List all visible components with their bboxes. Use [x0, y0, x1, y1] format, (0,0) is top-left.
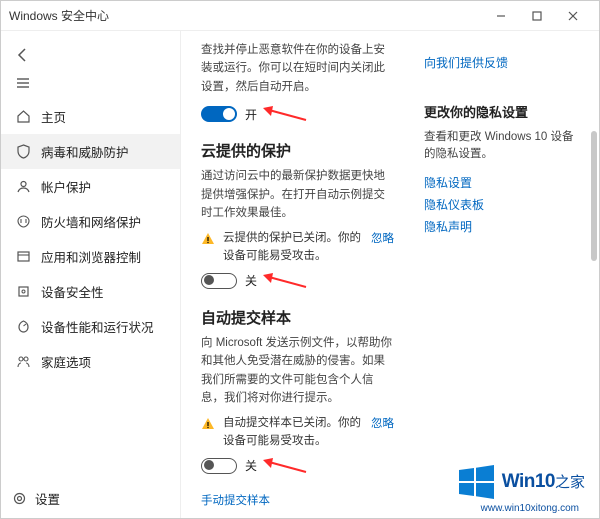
warning-icon: [201, 232, 215, 249]
sidebar-item-label: 主页: [41, 107, 66, 126]
minimize-button[interactable]: [483, 2, 519, 30]
sidebar-item-label: 帐户保护: [41, 177, 91, 196]
home-icon: [15, 109, 31, 125]
sidebar-item-virus[interactable]: 病毒和威胁防护: [1, 134, 180, 169]
sidebar-item-label: 设备安全性: [41, 282, 104, 301]
main-content: 查找并停止恶意软件在你的设备上安装或运行。你可以在短时间内关闭此设置，然后自动开…: [181, 31, 599, 518]
menu-button[interactable]: [11, 71, 35, 95]
sidebar-item-home[interactable]: 主页: [1, 99, 180, 134]
sample-desc: 向 Microsoft 发送示例文件，以帮助你和其他人免受潜在威胁的侵害。如果我…: [201, 334, 394, 408]
window-title: Windows 安全中心: [9, 7, 483, 24]
privacy-settings-link[interactable]: 隐私设置: [424, 174, 579, 191]
sidebar-item-label: 家庭选项: [41, 352, 91, 371]
privacy-side-title: 更改你的隐私设置: [424, 102, 579, 121]
app-browser-icon: [15, 249, 31, 265]
cloud-toggle[interactable]: [201, 273, 237, 289]
account-icon: [15, 179, 31, 195]
warning-icon: [201, 417, 215, 434]
family-icon: [15, 354, 31, 370]
sample-dismiss-link[interactable]: 忽略: [371, 415, 394, 431]
annotation-arrow-icon: [261, 456, 307, 476]
sidebar-item-label: 防火墙和网络保护: [41, 212, 141, 231]
realtime-desc: 查找并停止恶意软件在你的设备上安装或运行。你可以在短时间内关闭此设置，然后自动开…: [201, 41, 394, 96]
sidebar-item-firewall[interactable]: 防火墙和网络保护: [1, 204, 180, 239]
manual-submit-link[interactable]: 手动提交样本: [201, 492, 394, 508]
sample-toggle[interactable]: [201, 458, 237, 474]
sidebar-settings[interactable]: 设置: [11, 489, 60, 508]
close-button[interactable]: [555, 2, 591, 30]
cloud-desc: 通过访问云中的最新保护数据更快地提供增强保护。在打开自动示例提交时工作效果最佳。: [201, 167, 394, 222]
sidebar-item-label: 应用和浏览器控制: [41, 247, 141, 266]
settings-label: 设置: [35, 489, 60, 508]
toggle-on-label: 开: [245, 106, 257, 123]
annotation-arrow-icon: [261, 271, 307, 291]
watermark-brand-b: 之家: [555, 474, 585, 491]
sidebar-item-device-security[interactable]: 设备安全性: [1, 274, 180, 309]
shield-icon: [15, 144, 31, 160]
scrollbar-thumb[interactable]: [591, 131, 597, 261]
cloud-title: 云提供的保护: [201, 140, 394, 161]
feedback-link[interactable]: 向我们提供反馈: [424, 54, 579, 71]
watermark-url: www.win10xitong.com: [481, 503, 579, 514]
sidebar-item-app-browser[interactable]: 应用和浏览器控制: [1, 239, 180, 274]
sidebar-item-account[interactable]: 帐户保护: [1, 169, 180, 204]
maximize-button[interactable]: [519, 2, 555, 30]
watermark: Win10之家: [456, 462, 585, 502]
sidebar: 主页 病毒和威胁防护 帐户保护 防火墙和网络保护 应用和浏览器控制 设备安全性: [1, 31, 181, 518]
realtime-toggle[interactable]: [201, 106, 237, 122]
firewall-icon: [15, 214, 31, 230]
sidebar-item-label: 病毒和威胁防护: [41, 142, 129, 161]
sample-warning-text: 自动提交样本已关闭。你的设备可能易受攻击。: [223, 415, 363, 450]
performance-icon: [15, 319, 31, 335]
sample-title: 自动提交样本: [201, 307, 394, 328]
watermark-brand-a: Win10: [502, 471, 555, 492]
sidebar-item-label: 设备性能和运行状况: [41, 317, 154, 336]
privacy-side-desc: 查看和更改 Windows 10 设备的隐私设置。: [424, 129, 579, 164]
windows-logo-icon: [456, 462, 496, 502]
cloud-warning-text: 云提供的保护已关闭。你的设备可能易受攻击。: [223, 230, 363, 265]
sidebar-item-family[interactable]: 家庭选项: [1, 344, 180, 379]
back-button[interactable]: [11, 43, 35, 67]
sidebar-item-performance[interactable]: 设备性能和运行状况: [1, 309, 180, 344]
toggle-off-label: 关: [245, 457, 257, 474]
device-security-icon: [15, 284, 31, 300]
privacy-dashboard-link[interactable]: 隐私仪表板: [424, 196, 579, 213]
gear-icon: [11, 491, 27, 507]
toggle-off-label: 关: [245, 272, 257, 289]
privacy-statement-link[interactable]: 隐私声明: [424, 218, 579, 235]
annotation-arrow-icon: [261, 104, 307, 124]
cloud-dismiss-link[interactable]: 忽略: [371, 230, 394, 246]
